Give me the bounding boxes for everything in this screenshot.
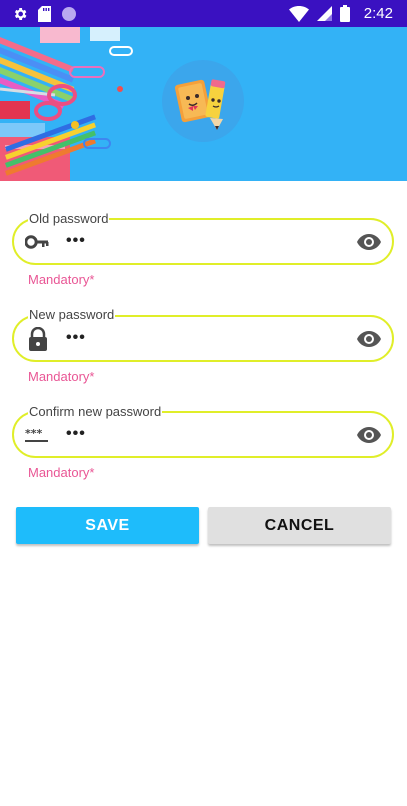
password-icon: *** [25, 413, 49, 456]
status-time: 2:42 [363, 5, 393, 22]
key-icon [25, 220, 49, 263]
app-logo [162, 60, 244, 142]
new-password-value: ••• [66, 329, 86, 346]
new-password-label: New password [28, 307, 116, 322]
wifi-icon [288, 5, 309, 22]
confirm-password-helper: Mandatory* [28, 465, 95, 480]
circle-app-icon [61, 6, 77, 22]
show-password-eye-icon[interactable] [357, 413, 381, 456]
save-button[interactable]: SAVE [16, 507, 199, 544]
old-password-value: ••• [66, 232, 86, 249]
new-password-helper: Mandatory* [28, 369, 95, 384]
gear-icon [12, 6, 28, 22]
confirm-password-value: ••• [66, 425, 86, 442]
svg-text:***: *** [25, 427, 43, 440]
sd-card-icon [38, 5, 51, 22]
lock-icon [25, 317, 48, 360]
confirm-password-label: Confirm new password [28, 404, 163, 419]
old-password-label: Old password [28, 211, 110, 226]
new-password-field[interactable]: ••• [12, 315, 394, 362]
old-password-helper: Mandatory* [28, 272, 95, 287]
signal-icon [316, 6, 332, 21]
show-password-eye-icon[interactable] [357, 317, 381, 360]
cancel-button[interactable]: CANCEL [208, 507, 391, 544]
notebook-pencil-logo-icon [174, 79, 226, 130]
battery-icon [339, 5, 350, 22]
header-banner [0, 27, 407, 181]
status-bar: 2:42 [0, 0, 407, 27]
show-password-eye-icon[interactable] [357, 220, 381, 263]
